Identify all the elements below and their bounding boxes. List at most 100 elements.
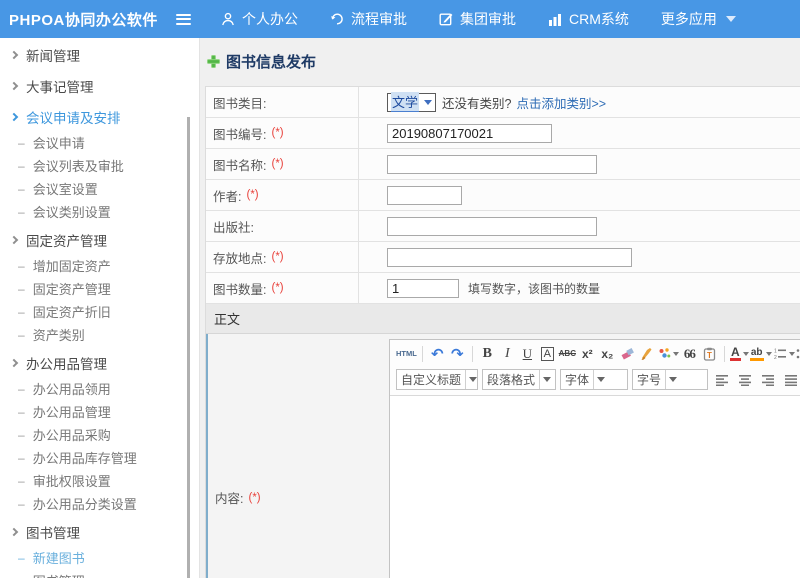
subscript-button[interactable]: x₂ — [598, 344, 617, 364]
justify-center-icon — [738, 374, 752, 386]
dash-icon: – — [18, 428, 25, 442]
caret-down-icon — [789, 352, 795, 356]
sidebar-item-asset-category[interactable]: –资产类别 — [0, 323, 199, 346]
sidebar-item-supplies-claim[interactable]: –办公用品领用 — [0, 377, 199, 400]
sidebar-item-label: 审批权限设置 — [33, 471, 111, 490]
sidebar-item-meeting-request[interactable]: 会议申请及安排 — [0, 103, 199, 131]
dash-icon: – — [18, 259, 25, 273]
history-icon — [330, 12, 344, 26]
sidebar-item-fixed-assets-management[interactable]: 固定资产管理 — [0, 226, 199, 254]
dash-icon: – — [18, 451, 25, 465]
background-color-button[interactable]: ab — [750, 344, 772, 364]
field-label: 图书名称: — [213, 155, 266, 174]
form-row-book-no: 图书编号:(*) — [206, 118, 800, 149]
chevron-right-icon — [10, 236, 18, 244]
font-family-select[interactable]: 字体 — [560, 369, 628, 390]
editor-content-area[interactable] — [390, 396, 800, 578]
dash-icon: – — [18, 159, 25, 173]
font-color-button[interactable]: A — [730, 344, 749, 364]
nav-item-more-apps[interactable]: 更多应用 — [661, 9, 736, 29]
sidebar-item-memorabilia-management[interactable]: 大事记管理 — [0, 72, 199, 100]
field-label: 出版社: — [213, 217, 254, 236]
sidebar-item-label: 会议申请 — [33, 133, 85, 152]
font-size-select[interactable]: 字号 — [632, 369, 708, 390]
sidebar-item-news-management[interactable]: 新闻管理 — [0, 41, 199, 69]
sidebar-item-new-book[interactable]: –新建图书 — [0, 546, 199, 569]
sidebar-item-office-supplies-management[interactable]: 办公用品管理 — [0, 349, 199, 377]
field-label: 内容: — [215, 488, 243, 507]
nav-item-crm-system[interactable]: CRM系统 — [548, 9, 629, 29]
field-label: 存放地点: — [213, 248, 266, 267]
sidebar-item-label: 会议室设置 — [33, 179, 98, 198]
dash-icon: – — [18, 328, 25, 342]
sidebar-scrollbar[interactable] — [187, 117, 190, 578]
main-content: 图书信息发布 图书类目: 文学 还没有类别? 点击添加类别>> 图书编号:(*)… — [201, 38, 800, 578]
sidebar-item-approval-permission-settings[interactable]: –审批权限设置 — [0, 469, 199, 492]
justify-right-button[interactable] — [758, 370, 777, 390]
nav-item-workflow-approval[interactable]: 流程审批 — [330, 9, 407, 29]
format-brush-icon — [640, 347, 654, 360]
app-logo: PHPOA协同办公软件 — [0, 9, 176, 30]
location-input[interactable] — [387, 248, 632, 267]
svg-text:2: 2 — [774, 355, 777, 360]
dash-icon: – — [18, 551, 25, 565]
menu-toggle-button[interactable] — [176, 14, 191, 25]
sidebar-item-supplies-manage[interactable]: –办公用品管理 — [0, 400, 199, 423]
format-brush-button[interactable] — [638, 344, 657, 364]
sidebar-item-supplies-category-settings[interactable]: –办公用品分类设置 — [0, 492, 199, 515]
category-select[interactable]: 文学 — [387, 93, 436, 112]
dash-icon: – — [18, 497, 25, 511]
custom-title-select[interactable]: 自定义标题 — [396, 369, 478, 390]
underline-button[interactable]: U — [518, 344, 537, 364]
justify-full-icon — [784, 374, 798, 386]
paragraph-format-select[interactable]: 段落格式 — [482, 369, 556, 390]
add-category-link[interactable]: 点击添加类别>> — [516, 93, 606, 112]
publisher-input[interactable] — [387, 217, 597, 236]
nav-item-personal-office[interactable]: 个人办公 — [221, 9, 298, 29]
sidebar-item-book-manage[interactable]: –图书管理 — [0, 569, 199, 578]
redo-button[interactable]: ↷ — [448, 344, 467, 364]
author-input[interactable] — [387, 186, 462, 205]
dash-icon: – — [18, 136, 25, 150]
justify-left-button[interactable] — [712, 370, 731, 390]
bold-button[interactable]: B — [478, 344, 497, 364]
sidebar-item-meeting-room-settings[interactable]: –会议室设置 — [0, 177, 199, 200]
select-label: 字体 — [565, 371, 589, 388]
sidebar-item-label: 固定资产折旧 — [33, 302, 111, 321]
sidebar-item-label: 固定资产管理 — [33, 279, 111, 298]
sidebar-item-fixed-asset-depreciation[interactable]: –固定资产折旧 — [0, 300, 199, 323]
quantity-hint: 填写数字，该图书的数量 — [468, 280, 600, 297]
quantity-input[interactable] — [387, 279, 459, 298]
unordered-list-button[interactable] — [796, 344, 800, 364]
ordered-list-button[interactable]: 12 — [773, 344, 795, 364]
sidebar-item-supplies-purchase[interactable]: –办公用品采购 — [0, 423, 199, 446]
justify-full-button[interactable] — [781, 370, 800, 390]
required-marker: (*) — [271, 127, 283, 139]
paste-text-button[interactable]: T — [700, 344, 719, 364]
sidebar-item-add-fixed-asset[interactable]: –增加固定资产 — [0, 254, 199, 277]
sidebar-item-meeting-apply[interactable]: –会议申请 — [0, 131, 199, 154]
caret-down-icon — [726, 16, 736, 22]
sidebar-item-meeting-list-approval[interactable]: –会议列表及审批 — [0, 154, 199, 177]
nav-item-group-approval[interactable]: 集团审批 — [439, 9, 516, 29]
book-name-input[interactable] — [387, 155, 597, 174]
justify-right-icon — [761, 374, 775, 386]
eraser-button[interactable] — [618, 344, 637, 364]
toolbar-separator — [422, 346, 423, 362]
superscript-button[interactable]: x² — [578, 344, 597, 364]
form-row-content: 内容:(*) HTML ↶ ↷ B I U A — [206, 334, 800, 578]
italic-button[interactable]: I — [498, 344, 517, 364]
sidebar-item-book-management[interactable]: 图书管理 — [0, 518, 199, 546]
sidebar-item-meeting-category-settings[interactable]: –会议类别设置 — [0, 200, 199, 223]
html-source-button[interactable]: HTML — [396, 344, 417, 364]
justify-center-button[interactable] — [735, 370, 754, 390]
book-no-input[interactable] — [387, 124, 552, 143]
sidebar-item-fixed-asset-manage[interactable]: –固定资产管理 — [0, 277, 199, 300]
auto-typeset-button[interactable] — [658, 344, 679, 364]
font-border-button[interactable]: A — [541, 347, 554, 361]
undo-button[interactable]: ↶ — [428, 344, 447, 364]
rich-text-editor: HTML ↶ ↷ B I U A ABC x² x₂ — [389, 339, 800, 578]
strikethrough-button[interactable]: ABC — [558, 344, 577, 364]
sidebar-item-supplies-inventory[interactable]: –办公用品库存管理 — [0, 446, 199, 469]
blockquote-button[interactable]: 66 — [680, 344, 699, 364]
